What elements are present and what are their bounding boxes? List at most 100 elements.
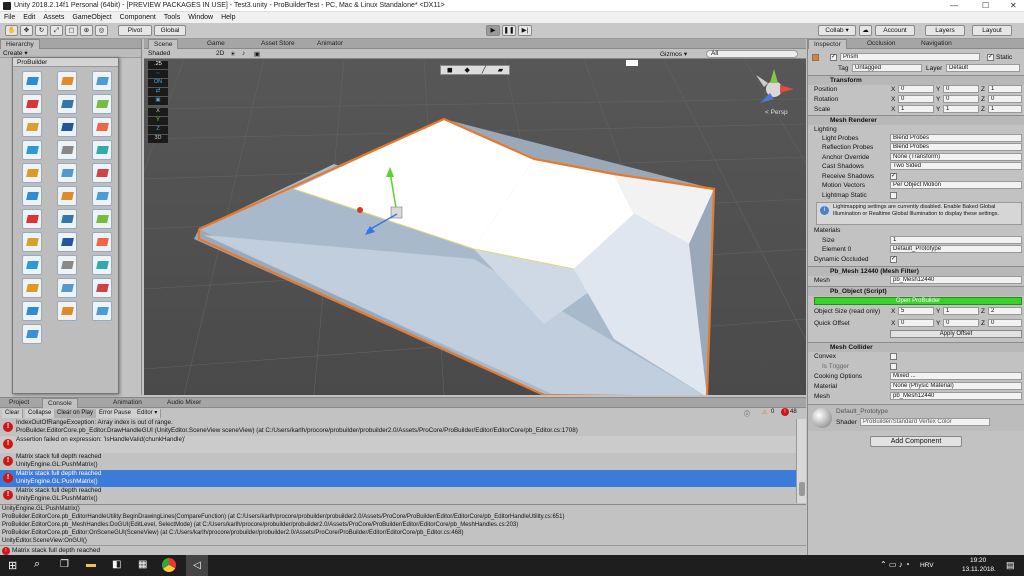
custom-tool-icon[interactable]: ◎ <box>95 25 108 36</box>
console-log-row[interactable]: ! Matrix stack full depth reached UnityEng… <box>0 453 796 470</box>
pb-tool-material[interactable] <box>85 69 118 92</box>
console-log-row[interactable]: ! Matrix stack full depth reached UnityEng… <box>0 487 796 503</box>
transform-tool-icon[interactable]: ⊕ <box>80 25 93 36</box>
pb-tool-flip-normals[interactable] <box>85 138 118 161</box>
pb-tool-select-loop[interactable] <box>15 207 48 230</box>
menu-gameobject[interactable]: GameObject <box>68 12 115 23</box>
layer-dropdown[interactable]: Default <box>946 64 1020 72</box>
collapse-button[interactable]: Collapse <box>25 409 56 418</box>
pb-tool-detach[interactable] <box>85 115 118 138</box>
scene-view[interactable] <box>144 39 806 395</box>
gizmos-dropdown[interactable]: Gizmos ▾ <box>660 50 687 58</box>
receive-shadows-checkbox[interactable]: ✓ <box>890 173 897 180</box>
pb-tool-freeze[interactable] <box>15 253 48 276</box>
pb-tool-connect[interactable] <box>85 161 118 184</box>
vertex-mode-icon[interactable]: ◆ <box>465 66 470 74</box>
pb-tool-uv-editor[interactable] <box>15 92 48 115</box>
quick-offset-y[interactable]: 0 <box>943 319 979 327</box>
mesh-filter-field[interactable]: pb_Mesh12440 <box>890 276 1022 284</box>
edge-mode-icon[interactable]: ╱ <box>482 66 486 74</box>
pb-tool-delete[interactable] <box>85 276 118 299</box>
materials-foldout[interactable]: Materials <box>814 227 840 234</box>
pb-tool-select-ring[interactable] <box>50 207 83 230</box>
cast-shadows-dropdown[interactable]: Two Sided <box>890 162 1022 170</box>
pb-tool-triangulate[interactable] <box>50 230 83 253</box>
windows-start-icon[interactable]: ⊞ <box>8 559 17 572</box>
mesh-collider-header[interactable]: Mesh Collider <box>808 342 1024 352</box>
pb-tool-set-trigger[interactable] <box>50 299 83 322</box>
rotation-z[interactable]: 0 <box>988 95 1022 103</box>
grid-size-label[interactable]: .25 <box>148 61 168 69</box>
pb-tool-merge[interactable] <box>50 115 83 138</box>
pb-tool-insert-edge[interactable] <box>15 184 48 207</box>
tab-animator[interactable]: Animator <box>312 39 348 49</box>
cooking-options-dropdown[interactable]: Mixed ... <box>890 372 1022 380</box>
task-view-icon[interactable]: ❐ <box>60 559 69 570</box>
scale-y[interactable]: 1 <box>943 105 979 113</box>
clock-date[interactable]: 13.11.2018. <box>962 566 996 573</box>
motion-vectors-dropdown[interactable]: Per Object Motion <box>890 181 1022 189</box>
pb-tool-new-poly[interactable] <box>50 69 83 92</box>
lighting-icon[interactable]: ☀ <box>230 50 236 58</box>
maximize-button[interactable]: ☐ <box>982 1 989 10</box>
menu-help[interactable]: Help <box>217 12 239 23</box>
scene-search-input[interactable]: All <box>706 50 798 58</box>
pb-tool-mirror[interactable] <box>15 115 48 138</box>
anchor-override-field[interactable]: None (Transform) <box>890 153 1022 161</box>
tab-navigation[interactable]: Navigation <box>916 39 957 49</box>
console-log-row[interactable]: ! Assertion failed on expression: 'IsHand… <box>0 436 796 453</box>
minimize-button[interactable]: — <box>950 1 958 10</box>
convex-checkbox[interactable] <box>890 353 897 360</box>
snap-icon[interactable]: ⇔ <box>148 70 168 78</box>
error-pause-toggle[interactable]: Error Pause <box>96 409 136 418</box>
pb-tool-extrude[interactable] <box>50 138 83 161</box>
scale-x[interactable]: 1 <box>898 105 934 113</box>
close-button[interactable]: ✕ <box>1010 1 1017 10</box>
shading-dropdown[interactable]: Shaded <box>148 50 170 57</box>
tab-scene[interactable]: Scene <box>148 39 179 49</box>
pb-tool-select-hole[interactable] <box>50 276 83 299</box>
quick-offset-x[interactable]: 0 <box>898 319 934 327</box>
tab-project[interactable]: Project <box>4 398 34 408</box>
move-tool-icon[interactable]: ✥ <box>20 25 33 36</box>
mode-2d-toggle[interactable]: 2D <box>216 50 224 57</box>
open-probuilder-button[interactable]: Open ProBuilder <box>814 297 1022 305</box>
play-icon[interactable]: ▶ <box>486 25 500 36</box>
scene-canvas[interactable] <box>144 39 806 395</box>
active-checkbox[interactable]: ✓ <box>830 54 837 61</box>
language-indicator[interactable]: HRV <box>920 562 934 569</box>
materials-size-field[interactable]: 1 <box>890 236 1022 244</box>
pb-tool-bridge[interactable] <box>50 161 83 184</box>
tab-hierarchy[interactable]: Hierarchy <box>0 39 40 49</box>
lightmap-static-checkbox[interactable] <box>890 192 897 199</box>
axis-3d-toggle[interactable]: 3D <box>148 135 168 143</box>
error-icon[interactable]: ! <box>781 408 789 416</box>
tag-dropdown[interactable]: Untagged <box>852 64 922 72</box>
axis-icon[interactable]: ▣ <box>148 97 168 105</box>
console-scrollbar[interactable] <box>796 419 806 503</box>
chrome-icon[interactable] <box>162 558 176 572</box>
pb-tool-bevel[interactable] <box>15 161 48 184</box>
menu-window[interactable]: Window <box>184 12 217 23</box>
static-checkbox[interactable]: ✓ <box>987 54 994 61</box>
effects-icon[interactable]: ▣ <box>254 50 260 58</box>
tab-animation[interactable]: Animation <box>108 398 147 408</box>
status-message[interactable]: Matrix stack full depth reached <box>12 547 100 554</box>
scale-tool-icon[interactable]: ⤢ <box>50 25 63 36</box>
search-icon[interactable]: ⌕ <box>34 558 40 571</box>
tab-audio-mixer[interactable]: Audio Mixer <box>162 398 206 408</box>
light-probes-dropdown[interactable]: Blend Probes <box>890 134 1022 142</box>
object-mode-icon[interactable]: ◼ <box>447 66 453 74</box>
rotation-x[interactable]: 0 <box>898 95 934 103</box>
reflection-probes-dropdown[interactable]: Blend Probes <box>890 143 1022 151</box>
tab-console[interactable]: Console <box>42 398 78 408</box>
warning-icon[interactable]: ⚠ <box>762 409 767 416</box>
clear-button[interactable]: Clear <box>2 409 24 418</box>
console-log-row[interactable]: ! Matrix stack full depth reached UnityEng… <box>0 470 796 487</box>
pb-tool-shrink-selection[interactable] <box>85 184 118 207</box>
global-toggle[interactable]: Global <box>154 25 186 36</box>
cloud-icon[interactable]: ☁ <box>859 25 872 36</box>
menu-edit[interactable]: Edit <box>19 12 39 23</box>
pb-tool-vertex-colors[interactable] <box>85 92 118 115</box>
scale-z[interactable]: 1 <box>988 105 1022 113</box>
